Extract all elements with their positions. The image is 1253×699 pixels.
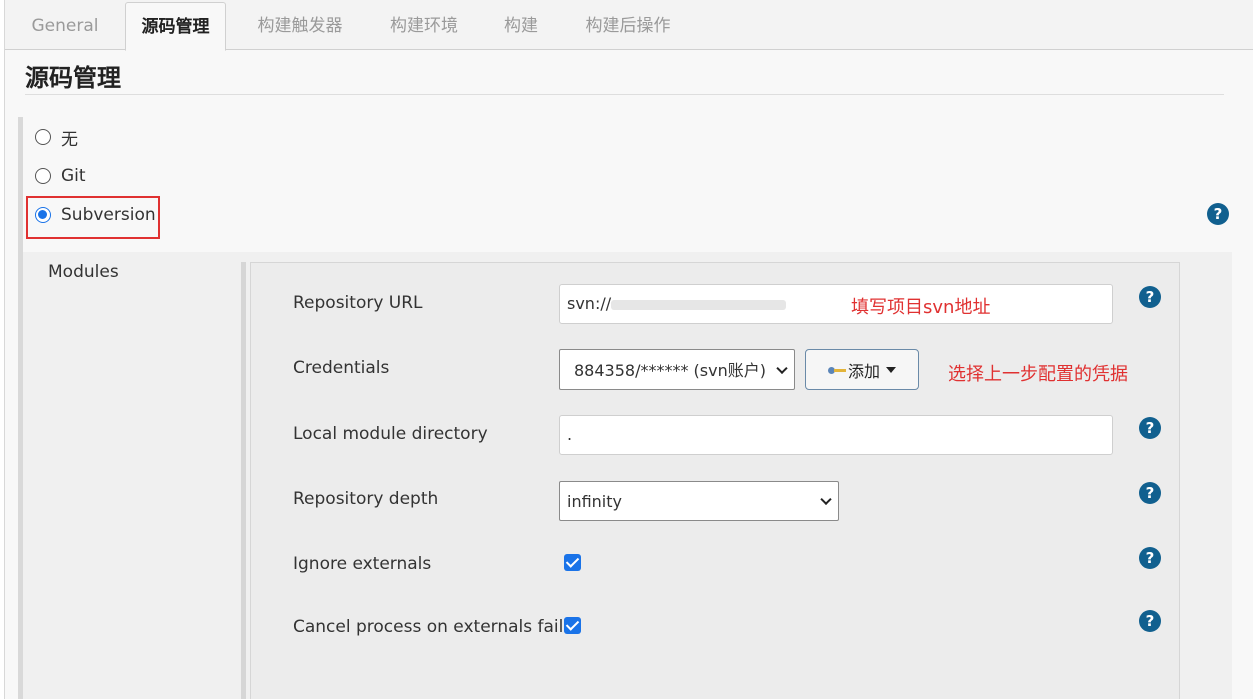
- radio-none[interactable]: [35, 129, 51, 145]
- repository-url-input[interactable]: svn://: [559, 284, 1113, 324]
- add-credentials-button[interactable]: 添加: [805, 349, 919, 390]
- ignore-externals-checkbox[interactable]: [564, 554, 581, 571]
- subversion-highlight-box: [26, 196, 160, 239]
- add-credentials-label: 添加: [847, 361, 880, 381]
- credentials-selected: 884358/****** (svn账户): [574, 361, 766, 380]
- scm-option-git-label: Git: [61, 166, 86, 186]
- repository-url-label: Repository URL: [293, 293, 423, 313]
- tab-build-triggers[interactable]: 构建触发器: [245, 0, 355, 50]
- scm-option-none-label: 无: [61, 129, 78, 150]
- key-icon: [827, 365, 846, 375]
- tab-post-build-actions[interactable]: 构建后操作: [573, 0, 683, 50]
- modules-label: Modules: [48, 262, 119, 282]
- tab-source-code-management[interactable]: 源码管理: [125, 2, 226, 51]
- local-module-directory-input[interactable]: .: [559, 415, 1113, 455]
- repository-url-help-icon[interactable]: ?: [1139, 286, 1161, 308]
- subversion-help-icon[interactable]: ?: [1207, 203, 1229, 225]
- radio-git[interactable]: [35, 168, 51, 184]
- caret-down-icon: [886, 366, 896, 373]
- local-module-directory-help-icon[interactable]: ?: [1139, 417, 1161, 439]
- repository-url-value: svn://: [567, 294, 612, 313]
- scm-option-git[interactable]: Git: [35, 164, 86, 188]
- repository-depth-select[interactable]: infinity: [559, 481, 839, 521]
- credentials-select[interactable]: 884358/****** (svn账户): [559, 349, 795, 390]
- config-page: General 源码管理 构建触发器 构建环境 构建 构建后操作 源码管理 无 …: [4, 0, 1253, 699]
- repository-url-annotation: 填写项目svn地址: [851, 297, 991, 318]
- tab-bar: General 源码管理 构建触发器 构建环境 构建 构建后操作: [5, 0, 1253, 51]
- repository-depth-selected: infinity: [567, 492, 622, 511]
- local-module-directory-label: Local module directory: [293, 424, 488, 444]
- local-module-directory-value: .: [567, 425, 573, 444]
- ignore-externals-label: Ignore externals: [293, 554, 432, 574]
- cancel-process-label: Cancel process on externals fail: [293, 617, 564, 637]
- tab-build[interactable]: 构建: [493, 0, 549, 50]
- ignore-externals-help-icon[interactable]: ?: [1139, 547, 1161, 569]
- credentials-annotation: 选择上一步配置的凭据: [948, 364, 1128, 385]
- cancel-process-checkbox[interactable]: [564, 617, 581, 634]
- modules-indent-bar: [241, 262, 246, 699]
- chevron-down-icon: [820, 493, 832, 506]
- redacted-url-blur: [611, 299, 787, 310]
- section-title: 源码管理: [25, 64, 121, 92]
- repository-depth-help-icon[interactable]: ?: [1139, 482, 1161, 504]
- tab-general[interactable]: General: [21, 0, 109, 50]
- section-divider: [25, 94, 1224, 95]
- credentials-label: Credentials: [293, 358, 390, 378]
- scm-option-none[interactable]: 无: [35, 125, 78, 150]
- tab-build-environment[interactable]: 构建环境: [379, 0, 469, 50]
- repository-depth-label: Repository depth: [293, 489, 439, 509]
- chevron-down-icon: [776, 362, 788, 374]
- cancel-process-help-icon[interactable]: ?: [1139, 610, 1161, 632]
